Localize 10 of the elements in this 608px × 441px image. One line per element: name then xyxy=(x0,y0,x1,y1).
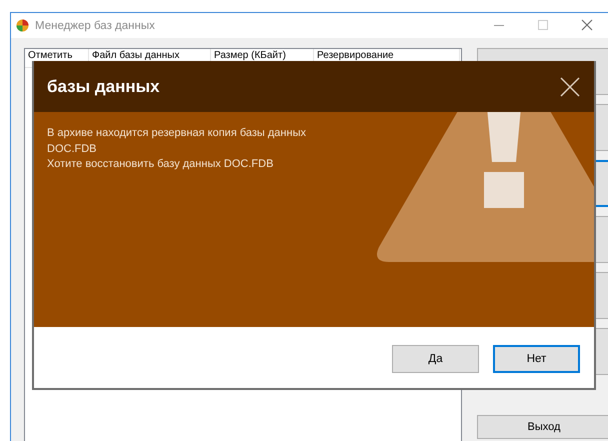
message-text: DOC.FDB xyxy=(47,142,98,156)
dialog-button[interactable]: Нет xyxy=(493,345,580,373)
exit-button[interactable]: Выход xyxy=(477,415,608,439)
dialog-button[interactable]: Да xyxy=(392,345,479,373)
app-icon xyxy=(16,19,29,32)
close-icon[interactable] xyxy=(558,74,582,98)
window-title: Менеджер баз данных xyxy=(35,20,156,32)
dialog-title: базы данных xyxy=(47,76,161,96)
message-text: Хотите восстановить базу данных DOC.FDB xyxy=(47,157,274,172)
message-text: В архиве находится резервная копия базы данных xyxy=(47,126,307,141)
